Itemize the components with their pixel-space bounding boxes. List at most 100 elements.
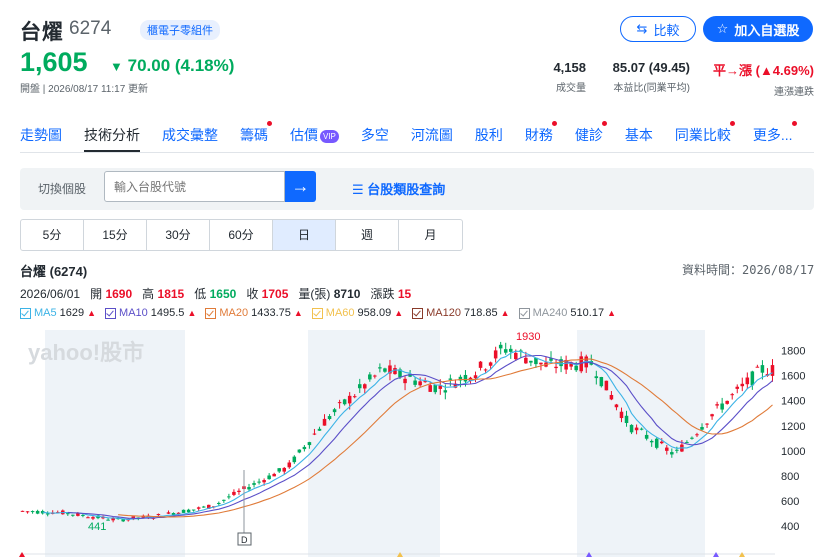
category-query-link[interactable]: ☰ 台股類股查詢 [352,179,445,198]
low-label: 低 [194,287,207,301]
nav-item-5[interactable]: 多空 [361,118,389,152]
nav-item-12[interactable]: 更多... [753,118,797,152]
ma-legend-ma120[interactable]: MA120 718.85 ▲ [412,307,510,319]
checkbox-icon[interactable] [105,307,117,319]
candle-body [71,514,75,516]
nav-item-10[interactable]: 基本 [625,118,653,152]
stock-nav: 走勢圖 技術分析 成交彙整 籌碼 估價 VIP 多空 河流圖 股利 財務 健診 基本 同業比較 更多... [20,118,820,152]
nav-item-3[interactable]: 籌碼 [240,118,272,152]
candle-body [342,399,347,405]
ma-legend-ma20[interactable]: MA20 1433.75 ▲ [205,307,303,319]
checkbox-icon[interactable] [518,307,530,319]
candle-body [292,456,297,463]
ma-legend: MA5 1629 ▲ MA10 1495.5 ▲ MA20 1433.75 ▲ MA60 958.0… [20,307,616,319]
streak-stat: 平→漲 (▲4.69%) 連漲連跌 [700,60,814,98]
ma-value: 1495.5 [150,307,185,319]
checkbox-icon[interactable] [205,307,217,319]
nav-item-7[interactable]: 股利 [475,118,503,152]
nav-item-8[interactable]: 財務 [525,118,557,152]
period-tab-5[interactable]: 週 [336,220,399,250]
candle-body [705,423,709,425]
checkbox-icon[interactable] [412,307,424,319]
list-icon: ☰ [352,182,364,197]
candle-body [186,509,191,513]
candle-body [81,514,85,516]
streak-label: 連漲連跌 [774,87,814,98]
candle-body [710,414,714,417]
nav-item-0[interactable]: 走勢圖 [20,118,62,152]
candle-body [287,462,292,468]
y-tick-label: 400 [781,521,799,533]
nav-item-2[interactable]: 成交彙整 [162,118,218,152]
ma-legend-ma240[interactable]: MA240 510.17 ▲ [518,307,616,319]
y-tick-label: 1800 [781,346,805,358]
candle-body [720,403,724,410]
candle-body [312,433,317,435]
ma-legend-ma5[interactable]: MA5 1629 ▲ [20,307,96,319]
candle-body [337,402,342,404]
nav-item-6[interactable]: 河流圖 [411,118,453,152]
low-value: 1650 [209,287,237,301]
candle-body [25,511,30,513]
ma-value: 510.17 [570,307,605,319]
period-tab-6[interactable]: 月 [399,220,462,250]
down-arrow-icon: ▼ [110,59,123,74]
y-tick-label: 1400 [781,396,805,408]
compare-button[interactable]: ⇆ 比較 [620,16,696,42]
ma-name: MA5 [34,307,57,319]
checkbox-icon[interactable] [311,307,323,319]
period-tab-1[interactable]: 15分 [84,220,147,250]
period-tab-4[interactable]: 日 [273,220,336,250]
search-label: 切換個股 [38,182,87,196]
candle-body [675,449,679,451]
candle-body [483,369,488,371]
candle-body [670,452,674,455]
candlestick-chart[interactable]: yahoo!股市 1800 1600 1400 1200 1000 800 600 400 193… [0,330,827,557]
candle-body [418,381,422,386]
candle-body [66,513,70,515]
candle-body [524,357,528,364]
nav-item-11[interactable]: 同業比較 [675,118,735,152]
candle-body [35,510,40,514]
chg-value: 15 [397,287,412,301]
candle-body [257,481,261,483]
ma-legend-ma10[interactable]: MA10 1495.5 ▲ [105,307,196,319]
nav-item-9[interactable]: 健診 [575,118,607,152]
period-tab-2[interactable]: 30分 [147,220,210,250]
candle-body [262,480,266,483]
up-triangle-icon: ▲ [187,308,197,318]
notification-dot [601,121,607,126]
nav-item-4[interactable]: 估價 VIP [290,118,339,152]
volume-stat: 4,158 成交量 [538,60,586,94]
candle-body [644,434,649,439]
candle-body [508,348,513,352]
candle-body [297,449,302,453]
candle-body [498,344,503,349]
candle-body [443,390,448,393]
checkbox-icon[interactable] [20,307,31,319]
ma-legend-ma60[interactable]: MA60 958.09 ▲ [311,307,403,319]
candle-body [649,440,654,443]
candle-body [715,404,719,406]
candle-body [574,365,578,371]
candle-body [282,467,287,472]
candle-body [237,490,241,493]
candle-body [448,378,453,380]
ohlc-date: 2026/06/01 [20,287,81,301]
up-triangle-icon: ▲ [607,308,616,318]
candle-body [463,374,468,382]
add-watchlist-button[interactable]: ☆ 加入自選股 [703,16,813,42]
candle-body [332,409,337,413]
up-triangle-icon: ▲ [293,308,303,318]
marker-label: D [241,535,248,545]
ma-name: MA240 [532,307,568,319]
search-submit-button[interactable]: → [285,171,316,202]
industry-tag[interactable]: 櫃電子零組件 [140,20,220,40]
add-watchlist-label: 加入自選股 [734,22,800,38]
nav-item-label: 技術分析 [84,127,140,143]
stock-search-input[interactable] [104,171,285,202]
nav-item-1[interactable]: 技術分析 [84,118,140,152]
period-tab-0[interactable]: 5分 [21,220,84,250]
period-tab-3[interactable]: 60分 [210,220,273,250]
streak-value: 平→漲 (▲4.69%) [713,63,814,78]
